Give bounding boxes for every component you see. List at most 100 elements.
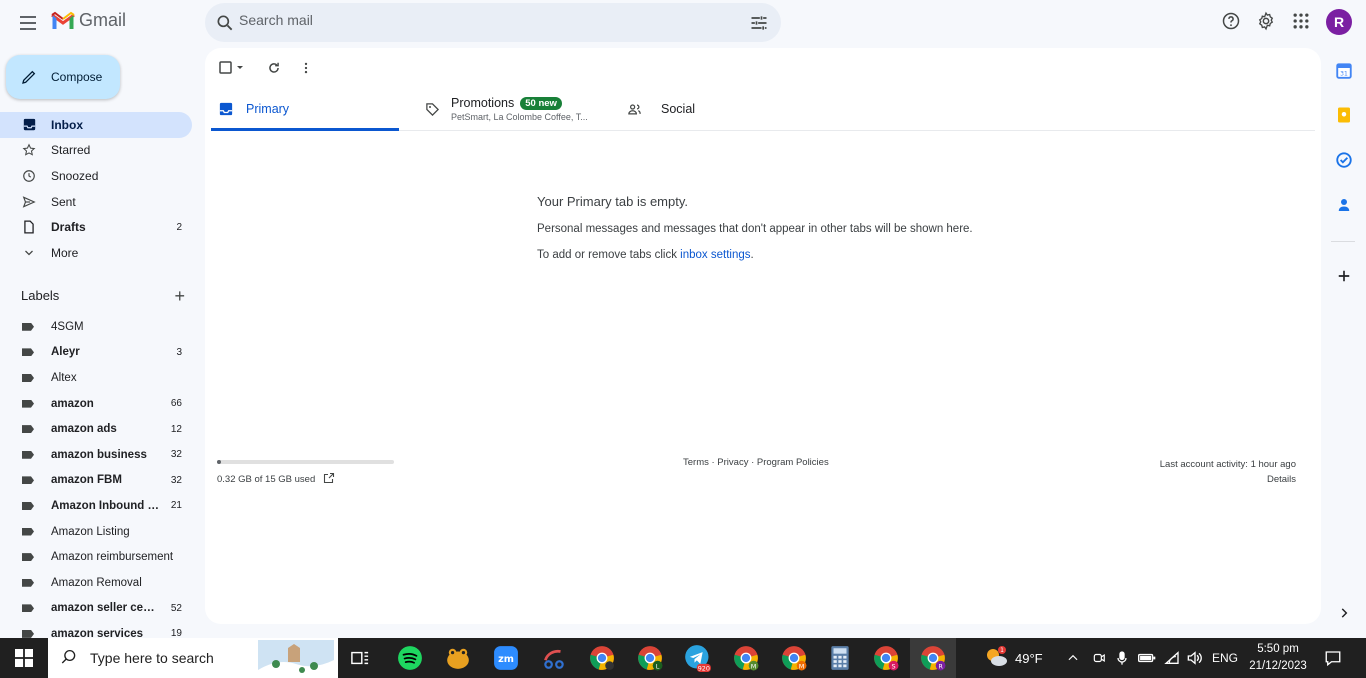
select-all-checkbox[interactable] (219, 59, 247, 77)
notifications-icon[interactable] (1324, 638, 1342, 678)
tab-label: Social (661, 102, 696, 116)
gmail-wordmark: Gmail (79, 10, 127, 30)
volume-icon[interactable] (1186, 638, 1204, 678)
chrome-profile-m-icon[interactable]: M (724, 638, 768, 678)
label-item[interactable]: Altex (0, 365, 192, 391)
search-icon[interactable] (215, 13, 235, 33)
label-item[interactable]: Amazon reimbursement (0, 544, 192, 570)
windows-taskbar: Type here to search zm L 920 M M S R 1 4… (0, 638, 1366, 678)
label-item[interactable]: Amazon Removal (0, 570, 192, 596)
add-addon-plus-icon[interactable] (1335, 267, 1353, 285)
storage-fill (217, 460, 221, 464)
snipping-tool-icon[interactable] (532, 638, 576, 678)
storage-text-row: 0.32 GB of 15 GB used (217, 472, 395, 487)
people-icon (627, 102, 643, 118)
label-item[interactable]: Aleyr 3 (0, 340, 192, 366)
frog-app-icon[interactable] (436, 638, 480, 678)
empty-description: Personal messages and messages that don'… (537, 223, 973, 235)
tab-senders-preview: PetSmart, La Colombe Coffee, T... (451, 112, 588, 122)
calculator-app-icon[interactable] (818, 638, 862, 678)
battery-icon[interactable] (1138, 638, 1156, 678)
tab-promotions[interactable]: Promotions 50 new PetSmart, La Colombe Co… (419, 90, 609, 131)
last-activity: Last account activity: 1 hour ago (1159, 459, 1296, 470)
nav-item-starred[interactable]: Starred (0, 138, 192, 164)
svg-text:31: 31 (1340, 71, 1348, 78)
label-count: 3 (176, 346, 182, 358)
contacts-icon[interactable] (1335, 196, 1353, 214)
label-item[interactable]: amazon services 19 (0, 621, 192, 638)
clock-icon (22, 169, 36, 183)
settings-gear-icon[interactable] (1256, 10, 1276, 35)
add-label-plus-icon[interactable]: + (174, 287, 185, 305)
input-language[interactable]: ENG (1212, 638, 1238, 678)
label-item[interactable]: Amazon Listing (0, 519, 192, 545)
inbox-settings-link[interactable]: inbox settings (680, 249, 750, 261)
chrome-profile-s-icon[interactable]: S (864, 638, 908, 678)
windows-start-icon[interactable] (0, 638, 48, 678)
label-item[interactable]: Amazon Inbound S... 21 (0, 493, 192, 519)
show-side-panel-chevron-icon[interactable] (1337, 606, 1351, 620)
help-icon[interactable] (1221, 10, 1241, 35)
nav-count: 2 (176, 221, 182, 233)
zoom-app-icon[interactable]: zm (484, 638, 528, 678)
label-item[interactable]: amazon FBM 32 (0, 468, 192, 494)
gmail-logo[interactable]: Gmail (51, 10, 126, 31)
account-avatar[interactable]: R (1326, 9, 1352, 35)
nav-item-drafts[interactable]: Drafts 2 (0, 214, 192, 240)
tray-overflow-chevron-icon[interactable] (1066, 638, 1080, 678)
nav-item-snoozed[interactable]: Snoozed (0, 163, 192, 189)
refresh-icon[interactable] (265, 59, 283, 77)
nav-label: Snoozed (51, 168, 99, 183)
label-item[interactable]: amazon 66 (0, 391, 192, 417)
account-activity: Last account activity: 1 hour ago Detail… (1160, 457, 1296, 487)
clock-time: 5:50 pm (1257, 643, 1299, 655)
keep-icon[interactable] (1335, 106, 1353, 124)
label-tag-icon (22, 399, 34, 408)
apps-grid-icon[interactable] (1291, 10, 1311, 35)
label-item[interactable]: amazon seller cen... 52 (0, 596, 192, 622)
label-item[interactable]: 4SGM (0, 314, 192, 340)
tasks-icon[interactable] (1335, 151, 1353, 169)
label-name: 4SGM (51, 320, 84, 333)
tab-primary[interactable]: Primary (211, 90, 399, 131)
label-count: 32 (170, 449, 182, 461)
chrome-profile-l-icon[interactable]: L (628, 638, 672, 678)
svg-text:L: L (656, 662, 660, 670)
open-external-icon[interactable] (323, 472, 335, 487)
taskbar-search-box[interactable]: Type here to search (48, 638, 338, 678)
task-view-icon[interactable] (338, 638, 382, 678)
tab-social[interactable]: Social (621, 90, 741, 131)
label-item[interactable]: amazon business 32 (0, 442, 192, 468)
more-options-icon[interactable] (297, 59, 315, 77)
search-input[interactable] (239, 12, 719, 28)
calendar-icon[interactable]: 31 (1335, 62, 1353, 80)
spotify-app-icon[interactable] (388, 638, 432, 678)
chrome-profile-r-icon[interactable]: R (910, 638, 956, 678)
clock-date: 21/12/2023 (1249, 660, 1307, 672)
wifi-icon[interactable] (1164, 638, 1180, 678)
sidebar: Compose Inbox Starred Snoozed Sent Draft… (0, 46, 200, 638)
search-options-icon[interactable] (749, 13, 769, 33)
search-bar[interactable] (205, 3, 781, 42)
label-item[interactable]: amazon ads 12 (0, 416, 192, 442)
nav-item-more[interactable]: More (0, 240, 192, 266)
meet-now-icon[interactable] (1092, 638, 1106, 678)
chrome-profile-1-icon[interactable] (580, 638, 624, 678)
details-link[interactable]: Details (1160, 472, 1296, 487)
nav-item-sent[interactable]: Sent (0, 189, 192, 215)
weather-widget[interactable]: 1 49°F (984, 638, 1043, 678)
label-tag-icon (22, 450, 34, 459)
hint-prefix: To add or remove tabs click (537, 249, 681, 261)
taskbar-clock[interactable]: 5:50 pm 21/12/2023 (1240, 641, 1316, 675)
label-name: Amazon Inbound S... (51, 499, 159, 512)
compose-button[interactable]: Compose (6, 55, 120, 99)
storage-text: 0.32 GB of 15 GB used (217, 474, 316, 485)
footer-links[interactable]: Terms · Privacy · Program Policies (683, 457, 829, 468)
label-tag-icon (22, 527, 34, 536)
microphone-icon[interactable] (1116, 638, 1128, 678)
nav-item-inbox[interactable]: Inbox (0, 112, 192, 138)
chrome-profile-m2-icon[interactable]: M (772, 638, 816, 678)
label-count: 52 (170, 602, 182, 614)
telegram-app-icon[interactable]: 920 (676, 638, 720, 678)
main-menu-icon[interactable] (16, 11, 40, 35)
